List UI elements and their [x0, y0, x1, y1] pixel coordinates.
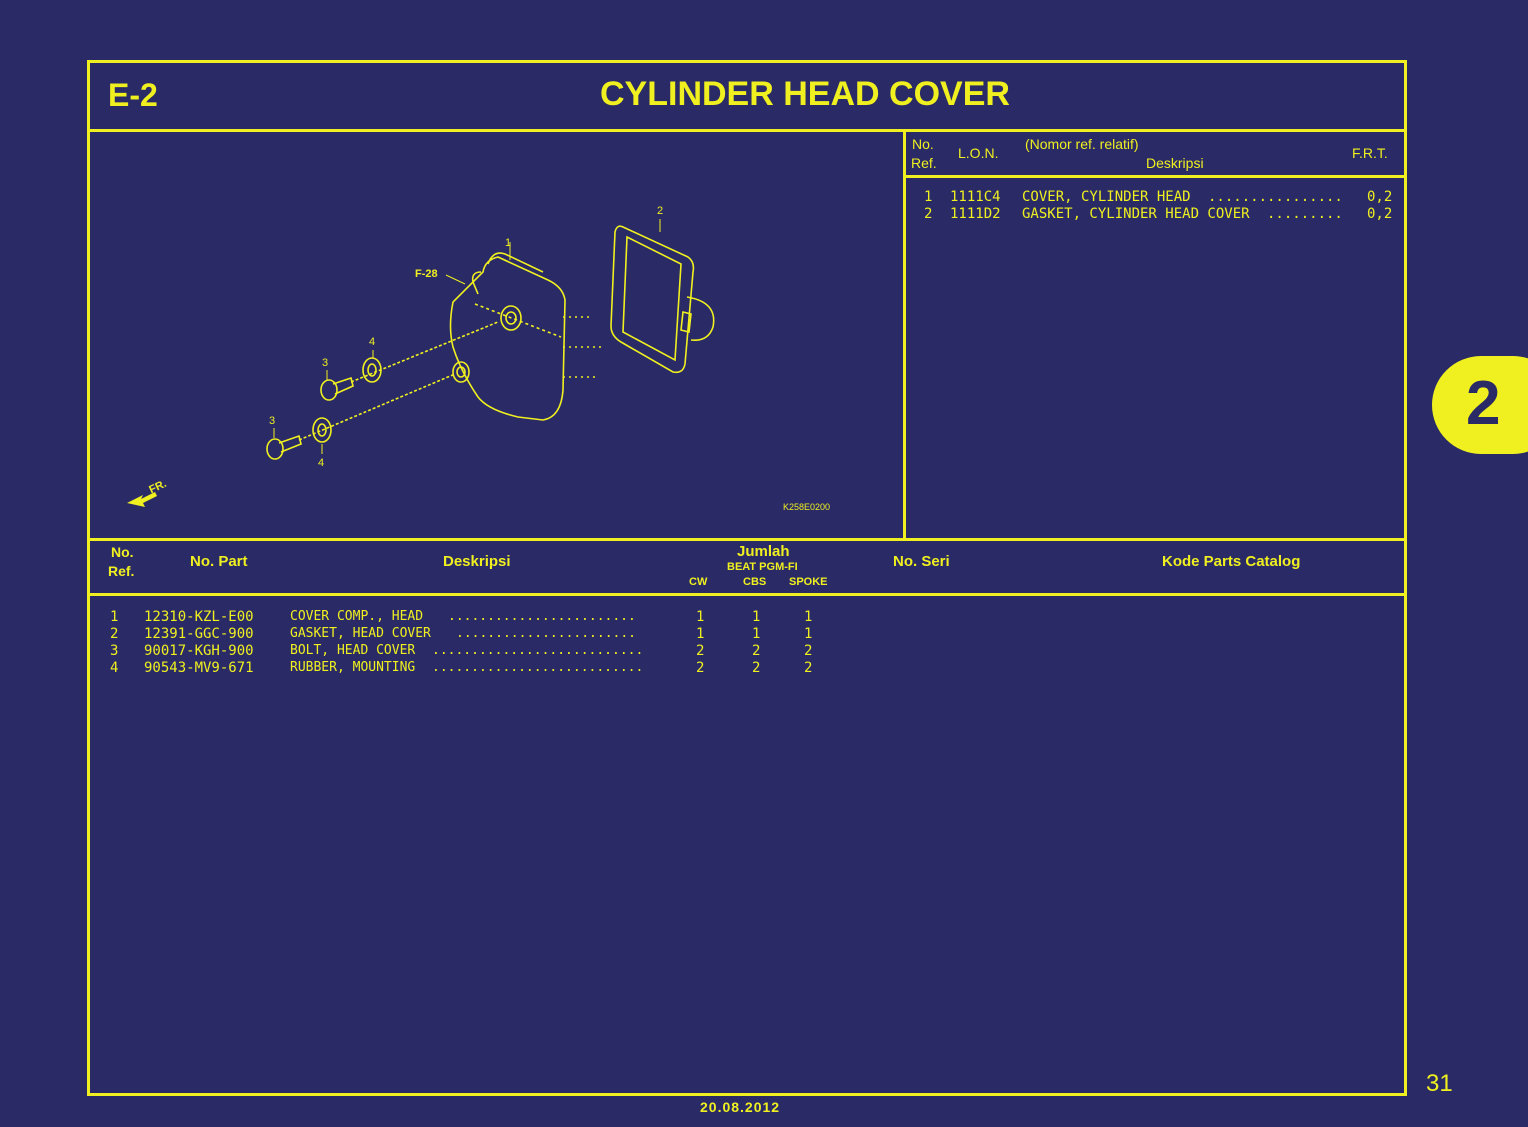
- lon-row-dots: .........: [1267, 206, 1343, 222]
- row-spoke: 2: [804, 643, 813, 659]
- row-ref: 3: [110, 643, 119, 659]
- parts-col-seri: No. Seri: [893, 553, 950, 570]
- chapter-tab-number: 2: [1466, 369, 1501, 438]
- parts-col-spoke: SPOKE: [789, 576, 828, 588]
- lon-row-ref: 2: [924, 206, 933, 222]
- exploded-diagram: [127, 219, 715, 507]
- parts-col-cw: CW: [689, 576, 708, 588]
- lon-row-desc: COVER, CYLINDER HEAD: [1022, 189, 1191, 205]
- row-ref: 2: [110, 626, 119, 642]
- drawing-id: K258E0200: [783, 502, 831, 512]
- lon-col-lon: L.O.N.: [958, 145, 999, 161]
- parts-col-cbs: CBS: [743, 576, 767, 588]
- callout-4-upper: 4: [369, 336, 376, 348]
- row-spoke: 2: [804, 660, 813, 676]
- row-cw: 1: [696, 609, 705, 625]
- row-cw: 2: [696, 643, 705, 659]
- print-date: 20.08.2012: [700, 1099, 781, 1115]
- lon-row-frt: 0,2: [1367, 206, 1393, 222]
- section-code: E-2: [108, 77, 158, 113]
- row-dots: ...........................: [432, 643, 644, 658]
- diagram-divider: [903, 129, 906, 541]
- parts-col-jumlah: Jumlah: [737, 543, 790, 560]
- row-dots: ...........................: [432, 660, 644, 675]
- parts-col-catalog: Kode Parts Catalog: [1162, 553, 1301, 570]
- row-dots: .......................: [456, 626, 637, 641]
- lon-col-nomor: (Nomor ref. relatif): [1025, 136, 1139, 152]
- row-cbs: 1: [752, 609, 761, 625]
- callout-4-lower: 4: [318, 457, 325, 469]
- row-cbs: 2: [752, 660, 761, 676]
- callout-2: 2: [657, 205, 664, 217]
- row-cw: 1: [696, 626, 705, 642]
- callout-1: 1: [505, 237, 512, 249]
- lon-col-frt: F.R.T.: [1352, 145, 1388, 161]
- row-part: 12391-GGC-900: [144, 626, 254, 642]
- parts-col-model: BEAT PGM-FI: [727, 561, 798, 573]
- parts-col-no: No.: [111, 544, 134, 560]
- lon-col-desc: Deskripsi: [1146, 155, 1204, 171]
- lon-col-ref: Ref.: [911, 155, 937, 171]
- page-number: 31: [1426, 1070, 1453, 1097]
- lon-row-frt: 0,2: [1367, 189, 1393, 205]
- callout-3-lower: 3: [269, 415, 276, 427]
- parts-col-part: No. Part: [190, 553, 248, 570]
- row-part: 12310-KZL-E00: [144, 609, 254, 625]
- lon-col-no: No.: [912, 136, 934, 152]
- row-part: 90017-KGH-900: [144, 643, 254, 659]
- callout-3-upper: 3: [322, 357, 329, 369]
- row-ref: 4: [110, 660, 119, 676]
- lon-row-lon: 1111D2: [950, 206, 1001, 222]
- row-ref: 1: [110, 609, 119, 625]
- rubber-upper: [362, 357, 382, 383]
- row-desc: RUBBER, MOUNTING: [290, 660, 416, 675]
- lon-row-lon: 1111C4: [950, 189, 1001, 205]
- row-cw: 2: [696, 660, 705, 676]
- lon-header-divider: [906, 175, 1404, 178]
- cover-drawing: [449, 252, 603, 421]
- row-dots: ........................: [448, 609, 636, 624]
- parts-col-ref: Ref.: [108, 563, 135, 579]
- row-part: 90543-MV9-671: [144, 660, 254, 676]
- lon-row-desc: GASKET, CYLINDER HEAD COVER: [1022, 206, 1250, 222]
- lon-row-ref: 1: [924, 189, 933, 205]
- parts-header-divider: [90, 593, 1404, 596]
- gasket-drawing: [610, 225, 715, 374]
- ref-label-f28: F-28: [415, 268, 438, 280]
- row-desc: COVER COMP., HEAD: [290, 609, 424, 624]
- parts-divider: [90, 538, 1404, 541]
- row-desc: BOLT, HEAD COVER: [290, 643, 416, 658]
- page-title: CYLINDER HEAD COVER: [600, 75, 1010, 113]
- bolt-lower: [266, 373, 456, 460]
- page-frame: E-2 CYLINDER HEAD COVER No. Ref. L.O.N. …: [87, 60, 1407, 1096]
- parts-col-desc: Deskripsi: [443, 553, 511, 570]
- row-spoke: 1: [804, 609, 813, 625]
- lon-row-dots: ................: [1208, 189, 1343, 205]
- row-cbs: 1: [752, 626, 761, 642]
- row-spoke: 1: [804, 626, 813, 642]
- row-desc: GASKET, HEAD COVER: [290, 626, 431, 641]
- row-cbs: 2: [752, 643, 761, 659]
